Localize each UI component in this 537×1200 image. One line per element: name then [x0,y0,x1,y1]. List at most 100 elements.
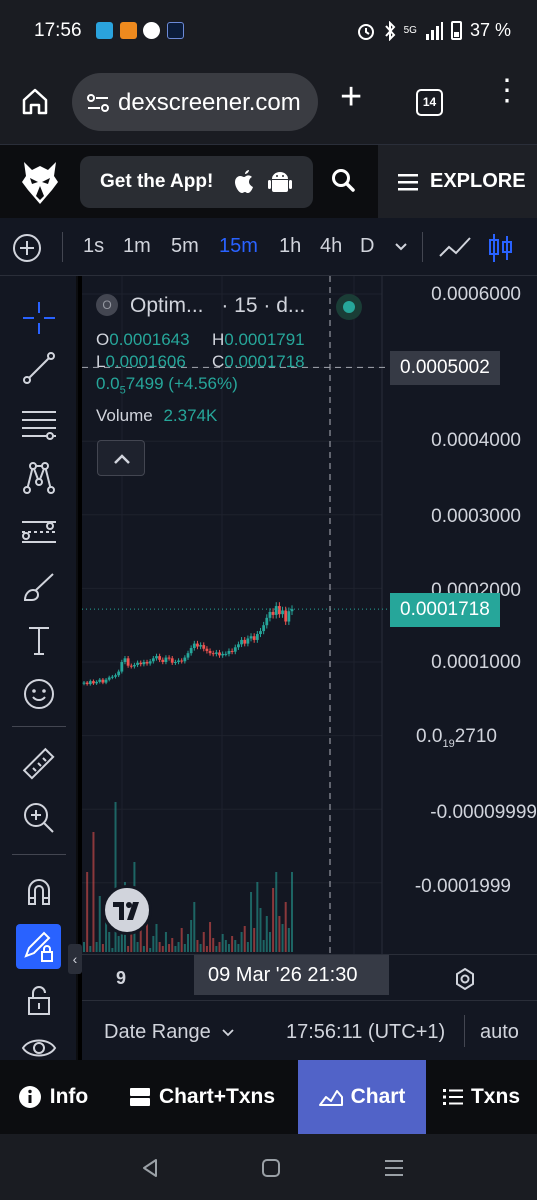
timezone-clock[interactable]: 17:56:11 (UTC+1) [286,1021,445,1044]
collapse-toolbar-button[interactable]: ‹ [68,944,82,974]
candle-body [246,638,250,644]
dexscreener-logo-icon[interactable] [20,158,60,206]
site-header: Get the App! EXPLORE [0,144,537,219]
add-symbol-icon[interactable] [12,233,42,263]
volume-bar [174,946,177,952]
explore-button[interactable]: EXPLORE [378,145,537,219]
crosshair-tool[interactable] [18,298,60,338]
candle-body [155,656,158,659]
status-bar: 17:56 5G 37 % [0,0,537,62]
volume-bar [177,942,180,952]
emoji-tool[interactable] [18,674,60,714]
candle-body [167,657,171,659]
candle-body [129,665,133,667]
fib-tool[interactable] [18,404,60,444]
price-label: 0.0004000 [431,430,521,451]
volume-bar [164,932,167,952]
candle-body [290,609,294,612]
candle-body [133,664,136,667]
measure-tool[interactable] [18,744,60,784]
volume-bar [256,882,259,952]
timeframe-1h[interactable]: 1h [279,235,301,258]
tab-chart-txns[interactable]: Chart+Txns [106,1060,298,1134]
open-key: O [96,330,110,349]
candle-body [170,658,174,663]
brush-tool[interactable] [18,566,60,606]
search-icon[interactable] [330,167,356,193]
pattern-tool[interactable] [18,458,60,498]
more-menu-icon[interactable]: ⋮ [492,76,522,106]
candle-body [82,682,86,684]
trend-line-tool[interactable] [18,348,60,388]
tab-txns[interactable]: Txns [426,1060,537,1134]
volume-bar [111,948,114,952]
split-view-icon [129,1088,150,1106]
candle-body [237,644,240,648]
symbol-badge[interactable]: O [96,294,118,316]
magnet-tool[interactable] [18,872,60,912]
chart-area[interactable]: O Optim... · 15 · d... O0.0001643 H0.000… [82,276,537,954]
volume-bar [275,872,278,952]
change-prefix: 0.0 [96,374,120,393]
brush-icon [23,573,54,601]
bottom-tab-bar: Info Chart+Txns Chart Txns [0,1060,537,1134]
lock-tool[interactable] [18,980,60,1020]
chart-settings-icon[interactable] [454,968,476,990]
address-bar[interactable]: dexscreener.com [72,73,318,131]
home-icon[interactable] [20,86,50,116]
candle-body [277,606,281,615]
candle-body [240,639,243,645]
projection-tool[interactable] [18,512,60,552]
volume-bar [161,946,164,952]
lock-drawing-tool[interactable] [16,924,61,969]
timeframe-1m[interactable]: 1m [123,235,151,258]
volume-bar [284,902,287,952]
tradingview-logo[interactable] [102,885,152,935]
timeframe-4h[interactable]: 4h [320,235,342,258]
tab-info[interactable]: Info [0,1060,106,1134]
candle-body [158,656,162,660]
candle-chart-type-icon[interactable] [488,232,514,264]
candle-body [211,653,215,655]
battery-icon [450,21,462,40]
collapse-legend-button[interactable] [97,440,145,476]
time-axis[interactable]: 9 09 Mar '26 21:30 [82,954,537,1000]
recents-icon[interactable] [384,1158,404,1178]
tab-count-button[interactable]: 14 [416,89,443,116]
chevron-down-icon[interactable] [394,242,408,252]
back-icon[interactable] [140,1158,160,1178]
text-tool[interactable] [18,620,60,660]
get-app-button[interactable]: Get the App! [80,156,313,208]
candle-body [259,631,262,635]
site-settings-icon[interactable] [86,93,110,113]
new-tab-icon[interactable]: + [340,76,362,119]
volume-bar [92,832,95,952]
volume-key: Volume [96,406,153,425]
volume-bar [117,936,120,952]
pair-title[interactable]: Optim... · 15 · d... [130,294,305,318]
timeframe-5m[interactable]: 5m [171,235,199,258]
date-range-button[interactable]: Date Range [104,1021,234,1044]
price-label: -0.00009999 [430,802,537,823]
volume-bar [136,942,139,952]
volume-bar [250,892,253,952]
volume-bar [218,942,221,952]
candle-body [88,681,92,685]
home-button-icon[interactable] [261,1158,281,1178]
ruler-icon [22,747,55,780]
close-value: 0.0001718 [224,352,305,371]
zero-rest: 2710 [454,726,497,747]
timeframe-d[interactable]: D [360,235,374,258]
timeframe-15m[interactable]: 15m [219,235,258,258]
line-chart-type-icon[interactable] [438,234,472,260]
zoom-tool[interactable] [18,798,60,838]
tab-chart[interactable]: Chart [298,1060,426,1134]
volume-bar [243,926,246,952]
app-notification-icon [120,22,137,39]
candle-body [95,681,99,684]
auto-scale-button[interactable]: auto [480,1021,519,1044]
candle-body [139,662,143,665]
volume-bar [142,946,145,952]
timeframe-1s[interactable]: 1s [83,235,104,258]
interval-label: · 15 · d... [221,294,306,317]
